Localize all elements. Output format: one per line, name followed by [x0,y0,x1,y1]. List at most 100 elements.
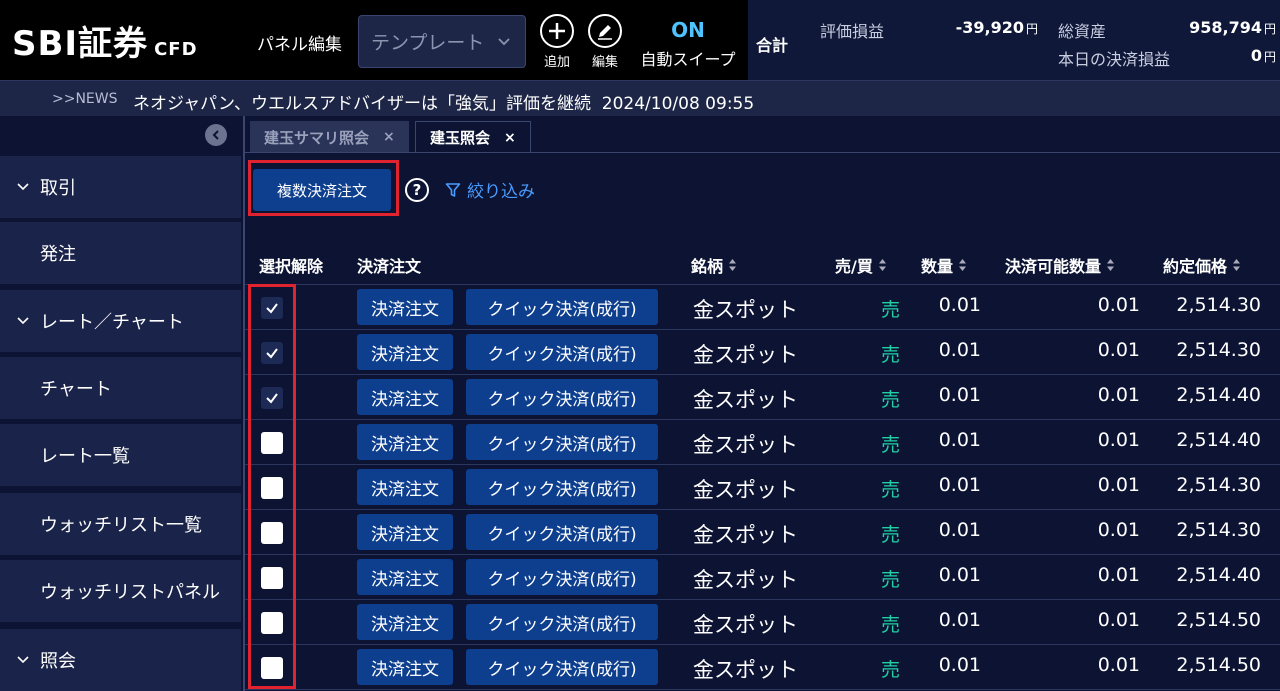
available-qty-cell: 0.01 [1097,609,1140,631]
quick-settle-market-button[interactable]: クイック決済(成行) [466,424,658,460]
row-select-checkbox[interactable] [261,522,283,544]
news-headline[interactable]: ネオジャパン、ウエルスアドバイザーは「強気」評価を継続 2024/10/08 0… [133,89,754,114]
filter-button[interactable]: 絞り込み [445,177,535,202]
quick-settle-market-button[interactable]: クイック決済(成行) [466,559,658,595]
edit-panel-button[interactable]: 編集 [585,14,625,70]
settle-order-button[interactable]: 決済注文 [357,604,453,640]
sidebar-item-label: チャート [40,379,112,400]
tab-label: 建玉照会 [430,129,491,147]
help-icon[interactable]: ? [405,178,429,202]
panel-edit-label: パネル編集 [257,35,342,55]
price-cell: 2,514.40 [1176,564,1261,586]
quick-settle-market-button[interactable]: クイック決済(成行) [466,379,658,415]
price-cell: 2,514.30 [1176,519,1261,541]
logo-main: SBI証券 [12,24,149,64]
symbol-header[interactable]: 銘柄 [691,253,737,277]
quick-settle-market-button[interactable]: クイック決済(成行) [466,649,658,685]
table-row: 決済注文 クイック決済(成行) 金スポット 売 0.01 0.01 2,514.… [245,555,1280,600]
close-icon[interactable]: × [504,130,516,146]
row-select-checkbox[interactable] [261,477,283,499]
row-select-checkbox[interactable] [261,567,283,589]
price-cell: 2,514.30 [1176,339,1261,361]
chevron-left-icon [212,130,219,140]
auto-sweep-toggle[interactable]: ON 自動スイープ [636,18,740,70]
add-panel-button[interactable]: 追加 [537,14,577,70]
available-qty-cell: 0.01 [1097,384,1140,406]
settle-order-button[interactable]: 決済注文 [357,334,453,370]
close-icon[interactable]: × [383,129,395,145]
side-cell: 売 [881,389,901,411]
price-cell: 2,514.50 [1176,609,1261,631]
tab-position-inquiry[interactable]: 建玉照会 × [415,121,531,153]
sort-icon [1107,259,1115,271]
available-qty-header[interactable]: 決済可能数量 [1005,253,1115,277]
table-row: 決済注文 クイック決済(成行) 金スポット 売 0.01 0.01 2,514.… [245,600,1280,645]
row-select-checkbox[interactable] [261,387,283,409]
chevron-down-icon [17,317,29,325]
sidebar-group-trade[interactable]: 取引 [0,156,241,220]
available-qty-cell: 0.01 [1097,519,1140,541]
qty-cell: 0.01 [938,564,981,586]
sidebar-item-watchlist-list[interactable]: ウォッチリスト一覧 [0,493,241,557]
deselect-all-header[interactable]: 選択解除 [259,253,323,277]
sidebar-item-label: 発注 [40,244,76,265]
sort-icon [878,259,886,271]
settle-order-button[interactable]: 決済注文 [357,514,453,550]
row-select-checkbox[interactable] [261,297,283,319]
tab-label: 建玉サマリ照会 [264,128,370,147]
template-select[interactable]: テンプレート [358,15,526,68]
settle-order-button[interactable]: 決済注文 [357,424,453,460]
settle-order-button[interactable]: 決済注文 [357,469,453,505]
qty-cell: 0.01 [938,339,981,361]
sidebar-item-rate-list[interactable]: レート一覧 [0,424,241,488]
checkmark-icon [266,303,278,314]
today-settle-pl-value: 0円 [1250,46,1276,65]
sidebar-item-chart[interactable]: チャート [0,357,241,421]
sidebar: 取引 発注 レート／チャート チャート レート一覧 ウォッチリスト一覧 ウォッチ… [0,116,243,691]
quick-settle-market-button[interactable]: クイック決済(成行) [466,469,658,505]
auto-sweep-label: 自動スイープ [640,50,736,69]
qty-cell: 0.01 [938,654,981,676]
tab-position-summary[interactable]: 建玉サマリ照会 × [250,121,409,153]
qty-cell: 0.01 [938,474,981,496]
sidebar-item-label: ウォッチリスト一覧 [40,515,202,536]
side-header[interactable]: 売/買 [835,253,887,277]
settle-order-button[interactable]: 決済注文 [357,649,453,685]
checkmark-icon [266,348,278,359]
news-ticker[interactable]: >>NEWS ネオジャパン、ウエルスアドバイザーは「強気」評価を継続 2024/… [0,80,1280,116]
sidebar-item-order[interactable]: 発注 [0,222,241,286]
filter-label: 絞り込み [467,182,535,202]
price-cell: 2,514.30 [1176,474,1261,496]
sidebar-group-inquiry[interactable]: 照会 [0,629,241,691]
quick-settle-market-button[interactable]: クイック決済(成行) [466,289,658,325]
multi-settle-order-button[interactable]: 複数決済注文 [253,169,391,211]
table-row: 決済注文 クイック決済(成行) 金スポット 売 0.01 0.01 2,514.… [245,375,1280,420]
qty-header[interactable]: 数量 [921,253,967,277]
settle-order-header: 決済注文 [357,257,422,276]
side-cell: 売 [881,614,901,636]
row-select-checkbox[interactable] [261,432,283,454]
quick-settle-market-button[interactable]: クイック決済(成行) [466,334,658,370]
row-select-checkbox[interactable] [261,657,283,679]
side-cell: 売 [881,299,901,321]
quick-settle-market-button[interactable]: クイック決済(成行) [466,514,658,550]
side-cell: 売 [881,659,901,681]
price-cell: 2,514.30 [1176,294,1261,316]
sidebar-item-label: 照会 [40,651,76,672]
chevron-down-icon [17,183,29,191]
quick-settle-market-button[interactable]: クイック決済(成行) [466,604,658,640]
settle-order-button[interactable]: 決済注文 [357,379,453,415]
settle-order-button[interactable]: 決済注文 [357,289,453,325]
side-cell: 売 [881,479,901,501]
table-row: 決済注文 クイック決済(成行) 金スポット 売 0.01 0.01 2,514.… [245,285,1280,330]
app-header: SBI証券 CFD パネル編集 テンプレート 追加 編集 ON 自動スイープ 合計… [0,0,1280,80]
row-select-checkbox[interactable] [261,612,283,634]
sidebar-group-rate-chart[interactable]: レート／チャート [0,290,241,354]
table-row: 決済注文 クイック決済(成行) 金スポット 売 0.01 0.01 2,514.… [245,420,1280,465]
price-header[interactable]: 約定価格 [1163,253,1241,277]
row-select-checkbox[interactable] [261,342,283,364]
total-assets-label: 総資産 [1058,22,1107,41]
settle-order-button[interactable]: 決済注文 [357,559,453,595]
collapse-sidebar-button[interactable] [205,124,227,146]
sidebar-item-watchlist-panel[interactable]: ウォッチリストパネル [0,560,241,624]
